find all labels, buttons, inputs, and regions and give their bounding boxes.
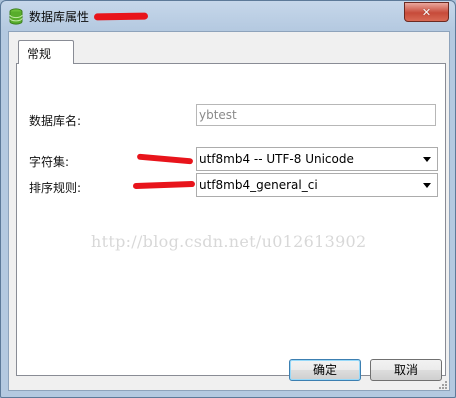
redaction-mark xyxy=(93,12,149,21)
chevron-down-icon xyxy=(423,183,431,188)
tab-general[interactable]: 常规 xyxy=(18,40,74,64)
redaction-mark xyxy=(132,180,196,190)
general-tab-panel: 数据库名: ybtest 字符集: utf8mb4 -- UTF-8 Unico… xyxy=(16,63,446,376)
close-icon: ✕ xyxy=(421,5,432,19)
dialog-window: 数据库属性 ✕ 常规 数据库名: ybtest 字符集: utf8mb4 -- … xyxy=(0,0,456,398)
charset-value: utf8mb4 -- UTF-8 Unicode xyxy=(199,152,354,166)
watermark-text: http://blog.csdn.net/u012613902 xyxy=(91,232,367,251)
chevron-down-icon xyxy=(423,157,431,162)
resize-grip-icon[interactable] xyxy=(438,379,448,389)
cancel-button[interactable]: 取消 xyxy=(370,359,442,381)
title-bar[interactable]: 数据库属性 ✕ xyxy=(1,1,455,31)
redaction-mark xyxy=(136,153,194,165)
db-name-label: 数据库名: xyxy=(29,114,82,128)
collation-label: 排序规则: xyxy=(29,181,82,195)
db-name-field[interactable]: ybtest xyxy=(196,104,436,126)
close-button[interactable]: ✕ xyxy=(404,2,449,22)
collation-value: utf8mb4_general_ci xyxy=(199,178,318,192)
charset-select[interactable]: utf8mb4 -- UTF-8 Unicode xyxy=(196,147,438,171)
database-icon xyxy=(9,8,23,25)
window-title: 数据库属性 xyxy=(29,10,90,24)
charset-label: 字符集: xyxy=(29,155,70,169)
ok-button[interactable]: 确定 xyxy=(289,359,361,381)
dialog-body: 常规 数据库名: ybtest 字符集: utf8mb4 -- UTF-8 Un… xyxy=(8,31,450,391)
collation-select[interactable]: utf8mb4_general_ci xyxy=(196,173,438,197)
tab-general-label: 常规 xyxy=(27,47,52,61)
